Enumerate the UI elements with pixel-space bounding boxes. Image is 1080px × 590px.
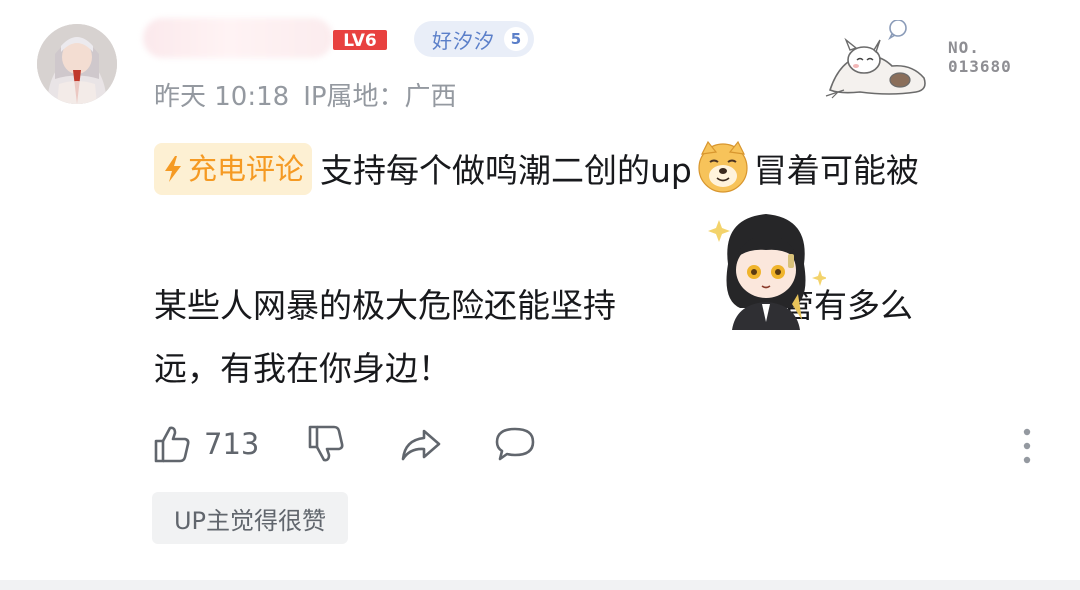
charge-tag-label: 充电评论 xyxy=(188,151,305,186)
fan-medal-badge[interactable]: 好汐汐 5 xyxy=(414,21,534,57)
content-text-1-end: 冒着可能被 xyxy=(753,151,919,190)
thumbs-down-icon xyxy=(308,425,344,462)
lightning-bolt-icon xyxy=(165,155,181,182)
thumbs-up-icon xyxy=(154,426,190,463)
comment-number: NO. 013680 xyxy=(948,38,1012,76)
like-button[interactable]: 713 xyxy=(152,420,259,468)
user-level-badge: LV6 xyxy=(333,28,387,52)
charge-comment-tag[interactable]: 充电评论 xyxy=(154,142,313,195)
user-avatar[interactable] xyxy=(37,24,117,104)
comment-time: 昨天 10:18 xyxy=(154,82,290,112)
username-blurred[interactable] xyxy=(143,18,333,58)
comment-number-value: 013680 xyxy=(948,57,1012,76)
anime-girl-sticker xyxy=(708,214,826,330)
dislike-button[interactable] xyxy=(306,420,346,468)
more-options-button[interactable] xyxy=(1018,424,1036,468)
ip-location: IP属地：广西 xyxy=(303,82,457,112)
fan-medal-level: 5 xyxy=(504,27,528,51)
comment-bubble-icon xyxy=(495,427,535,461)
up-liked-tag: UP主觉得很赞 xyxy=(152,492,348,544)
comment-meta: 昨天 10:18 IP属地：广西 xyxy=(154,76,471,113)
content-text-1: 支持每个做鸣潮二创的up xyxy=(320,151,692,190)
comment-number-label: NO. xyxy=(948,38,980,57)
share-icon xyxy=(401,429,441,461)
doge-emoji-icon xyxy=(698,140,748,193)
content-text-2: 某些人网暴的极大危险还能坚持 xyxy=(154,286,616,325)
more-vertical-icon xyxy=(1023,428,1031,464)
fan-medal-name: 好汐汐 xyxy=(432,28,495,53)
comment-action-bar: 713 xyxy=(152,420,1052,470)
reply-button[interactable] xyxy=(494,420,536,468)
share-button[interactable] xyxy=(400,420,442,468)
like-count: 713 xyxy=(204,427,260,461)
sleeping-mascot-decoration xyxy=(820,19,938,100)
user-level-text: LV6 xyxy=(343,31,376,51)
content-text-3: 远，有我在你身边！ xyxy=(154,349,451,388)
comment-divider xyxy=(0,580,1080,590)
